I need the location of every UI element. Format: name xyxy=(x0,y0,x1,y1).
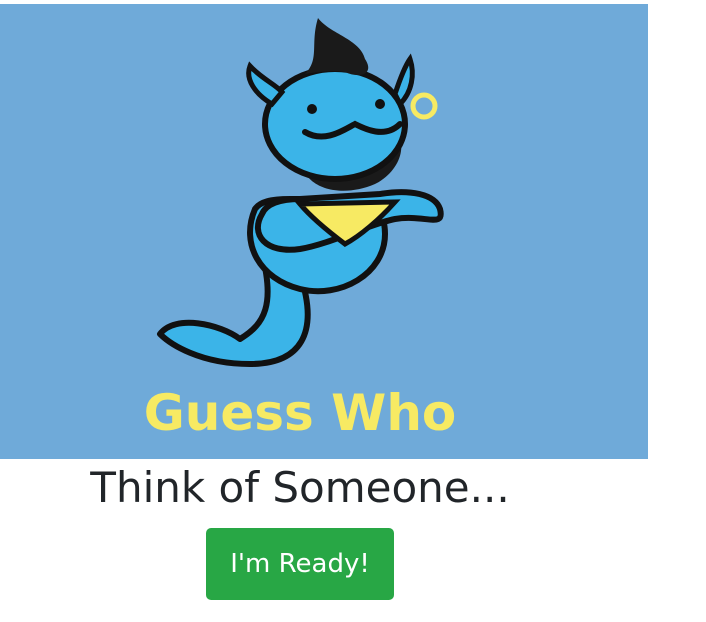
ready-button[interactable]: I'm Ready! xyxy=(206,528,394,600)
brand-title: Guess Who xyxy=(143,384,457,442)
banner-image: Guess Who xyxy=(0,4,648,459)
page-heading: Think of Someone... xyxy=(90,463,510,512)
